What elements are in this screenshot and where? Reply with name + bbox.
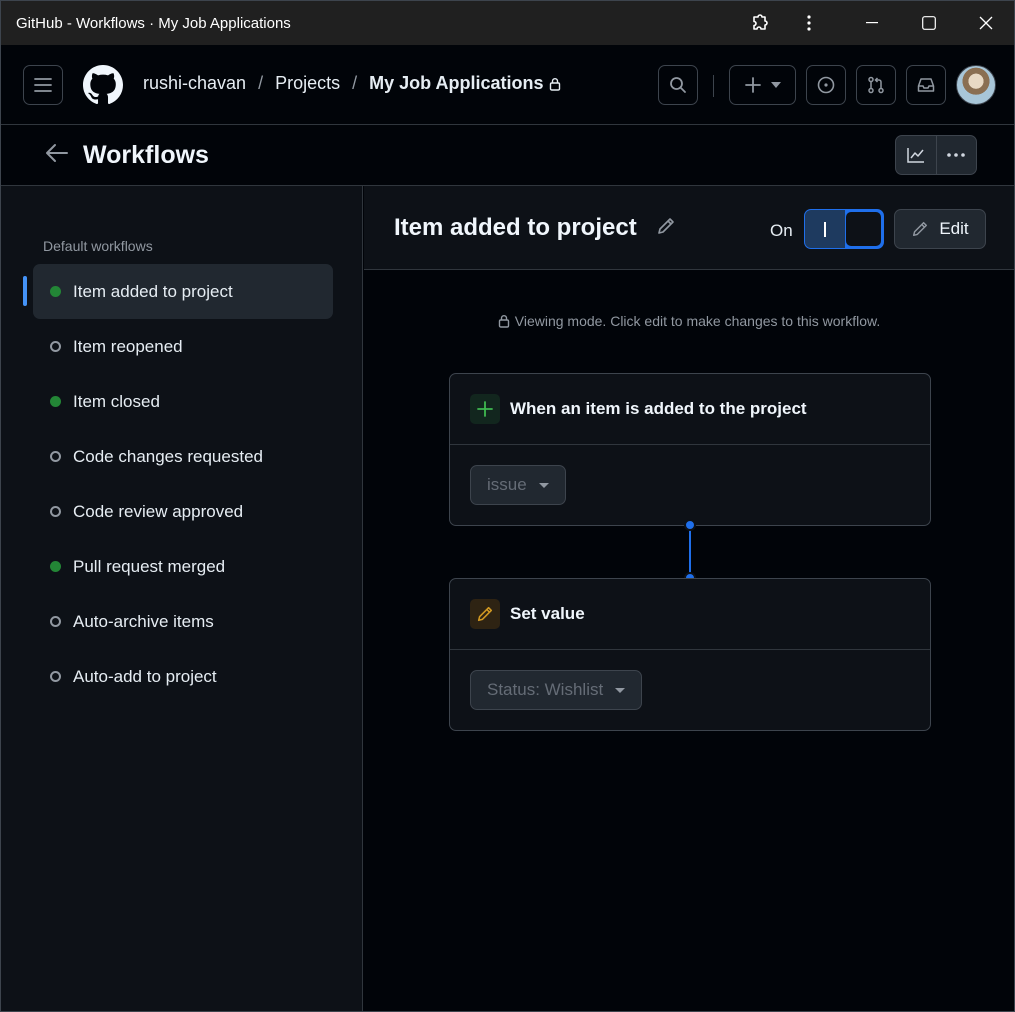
active-indicator [23, 276, 27, 306]
trigger-card-header: When an item is added to the project [450, 374, 930, 445]
pull-request-icon [868, 76, 884, 94]
header-divider [713, 75, 714, 97]
app-window: GitHub - Workflows · My Job Applications… [0, 0, 1015, 1012]
github-logo[interactable] [83, 65, 123, 105]
enabled-dot-icon [50, 561, 61, 572]
enabled-dot-icon [50, 396, 61, 407]
workflow-header: Item added to project On Edit [364, 186, 1014, 270]
breadcrumb-separator: / [352, 73, 358, 93]
sidebar-item-item-added-to-project[interactable]: Item added to project [33, 264, 333, 319]
sidebar-item-label: Auto-add to project [73, 666, 217, 686]
lock-icon [498, 314, 510, 331]
breadcrumb-separator: / [258, 73, 264, 93]
insights-button[interactable] [896, 136, 936, 174]
extensions-icon[interactable] [737, 1, 783, 45]
plus-icon [744, 77, 761, 93]
trigger-card: When an item is added to the project iss… [449, 373, 931, 526]
action-card: Set value Status: Wishlist [449, 578, 931, 731]
more-actions-button[interactable] [935, 136, 977, 174]
workflow-enable-toggle[interactable] [804, 209, 884, 249]
status-value-select[interactable]: Status: Wishlist [470, 670, 643, 710]
toggle-on-indicator [824, 222, 826, 237]
create-new-button[interactable] [729, 65, 796, 105]
trigger-title: When an item is added to the project [510, 399, 807, 418]
edit-button-label: Edit [939, 219, 969, 238]
close-icon[interactable] [963, 1, 1009, 45]
search-button[interactable] [658, 65, 698, 105]
chevron-down-icon [538, 482, 549, 488]
issues-icon [817, 76, 835, 94]
sidebar-item-label: Pull request merged [73, 556, 226, 576]
minimize-icon[interactable] [849, 1, 895, 45]
status-value-select-value: Status: Wishlist [487, 680, 604, 699]
action-title: Set value [510, 604, 585, 623]
pencil-icon [470, 599, 500, 629]
viewing-mode-notice: Viewing mode. Click edit to make changes… [364, 313, 1014, 331]
sidebar-item-label: Item added to project [73, 281, 233, 301]
toggle-knob [845, 211, 882, 247]
disabled-dot-icon [50, 671, 61, 682]
page-title: Workflows [83, 141, 209, 169]
inbox-icon [917, 78, 935, 92]
sidebar-item-label: Item reopened [73, 336, 183, 356]
sidebar-item-item-reopened[interactable]: Item reopened [33, 319, 333, 374]
lock-icon [549, 77, 561, 91]
pull-requests-button[interactable] [856, 65, 896, 105]
item-type-select-value: issue [487, 475, 527, 494]
edit-button[interactable]: Edit [894, 209, 986, 249]
workflow-title: Item added to project [394, 214, 637, 241]
sidebar-item-pull-request-merged[interactable]: Pull request merged [33, 539, 333, 594]
sidebar-item-label: Item closed [73, 391, 160, 411]
pencil-icon [913, 221, 928, 237]
workflow-connector [689, 524, 691, 578]
action-card-body: Status: Wishlist [450, 650, 930, 730]
item-type-select[interactable]: issue [470, 465, 566, 505]
avatar[interactable] [956, 65, 996, 105]
breadcrumb-owner[interactable]: rushi-chavan [143, 73, 246, 94]
maximize-icon[interactable] [906, 1, 952, 45]
sidebar-item-label: Code review approved [73, 501, 244, 521]
insights-menu-group [895, 135, 977, 175]
more-options-icon[interactable] [786, 1, 832, 45]
breadcrumb-projects[interactable]: Projects [275, 73, 340, 94]
disabled-dot-icon [50, 506, 61, 517]
sidebar-item-item-closed[interactable]: Item closed [33, 374, 333, 429]
viewing-mode-text: Viewing mode. Click edit to make changes… [514, 313, 881, 329]
disabled-dot-icon [50, 451, 61, 462]
chevron-down-icon [615, 687, 626, 693]
window-titlebar: GitHub - Workflows · My Job Applications [1, 1, 1014, 45]
sidebar-item-auto-archive-items[interactable]: Auto-archive items [33, 594, 333, 649]
disabled-dot-icon [50, 341, 61, 352]
action-card-header: Set value [450, 579, 930, 650]
workflows-sidebar: Default workflows Item added to project … [1, 186, 363, 1011]
back-arrow-icon[interactable] [45, 143, 69, 168]
enabled-dot-icon [50, 286, 61, 297]
graph-icon [907, 148, 924, 163]
breadcrumb: rushi-chavan / Projects / My Job Applica… [143, 73, 561, 94]
toggle-label: On [770, 221, 793, 240]
sidebar-item-code-review-approved[interactable]: Code review approved [33, 484, 333, 539]
sidebar-item-label: Code changes requested [73, 446, 263, 466]
rename-pencil-icon[interactable] [656, 216, 676, 241]
kebab-horizontal-icon [947, 153, 966, 157]
disabled-dot-icon [50, 616, 61, 627]
sidebar-heading: Default workflows [43, 238, 153, 254]
hamburger-menu-button[interactable] [23, 65, 63, 105]
chevron-down-icon [770, 82, 781, 88]
workflow-main: Item added to project On Edit Viewing mo… [364, 186, 1014, 1011]
github-header: rushi-chavan / Projects / My Job Applica… [1, 45, 1014, 125]
connector-dot [684, 519, 696, 531]
hamburger-icon [34, 78, 52, 92]
issues-button[interactable] [806, 65, 846, 105]
plus-icon [470, 394, 500, 424]
page-subheader: Workflows [1, 125, 1014, 186]
sidebar-item-label: Auto-archive items [73, 611, 214, 631]
sidebar-item-auto-add-to-project[interactable]: Auto-add to project [33, 649, 333, 704]
window-title: GitHub - Workflows · My Job Applications [16, 15, 291, 32]
breadcrumb-project[interactable]: My Job Applications [369, 73, 543, 94]
inbox-button[interactable] [906, 65, 946, 105]
sidebar-item-code-changes-requested[interactable]: Code changes requested [33, 429, 333, 484]
search-icon [670, 77, 686, 93]
trigger-card-body: issue [450, 445, 930, 525]
